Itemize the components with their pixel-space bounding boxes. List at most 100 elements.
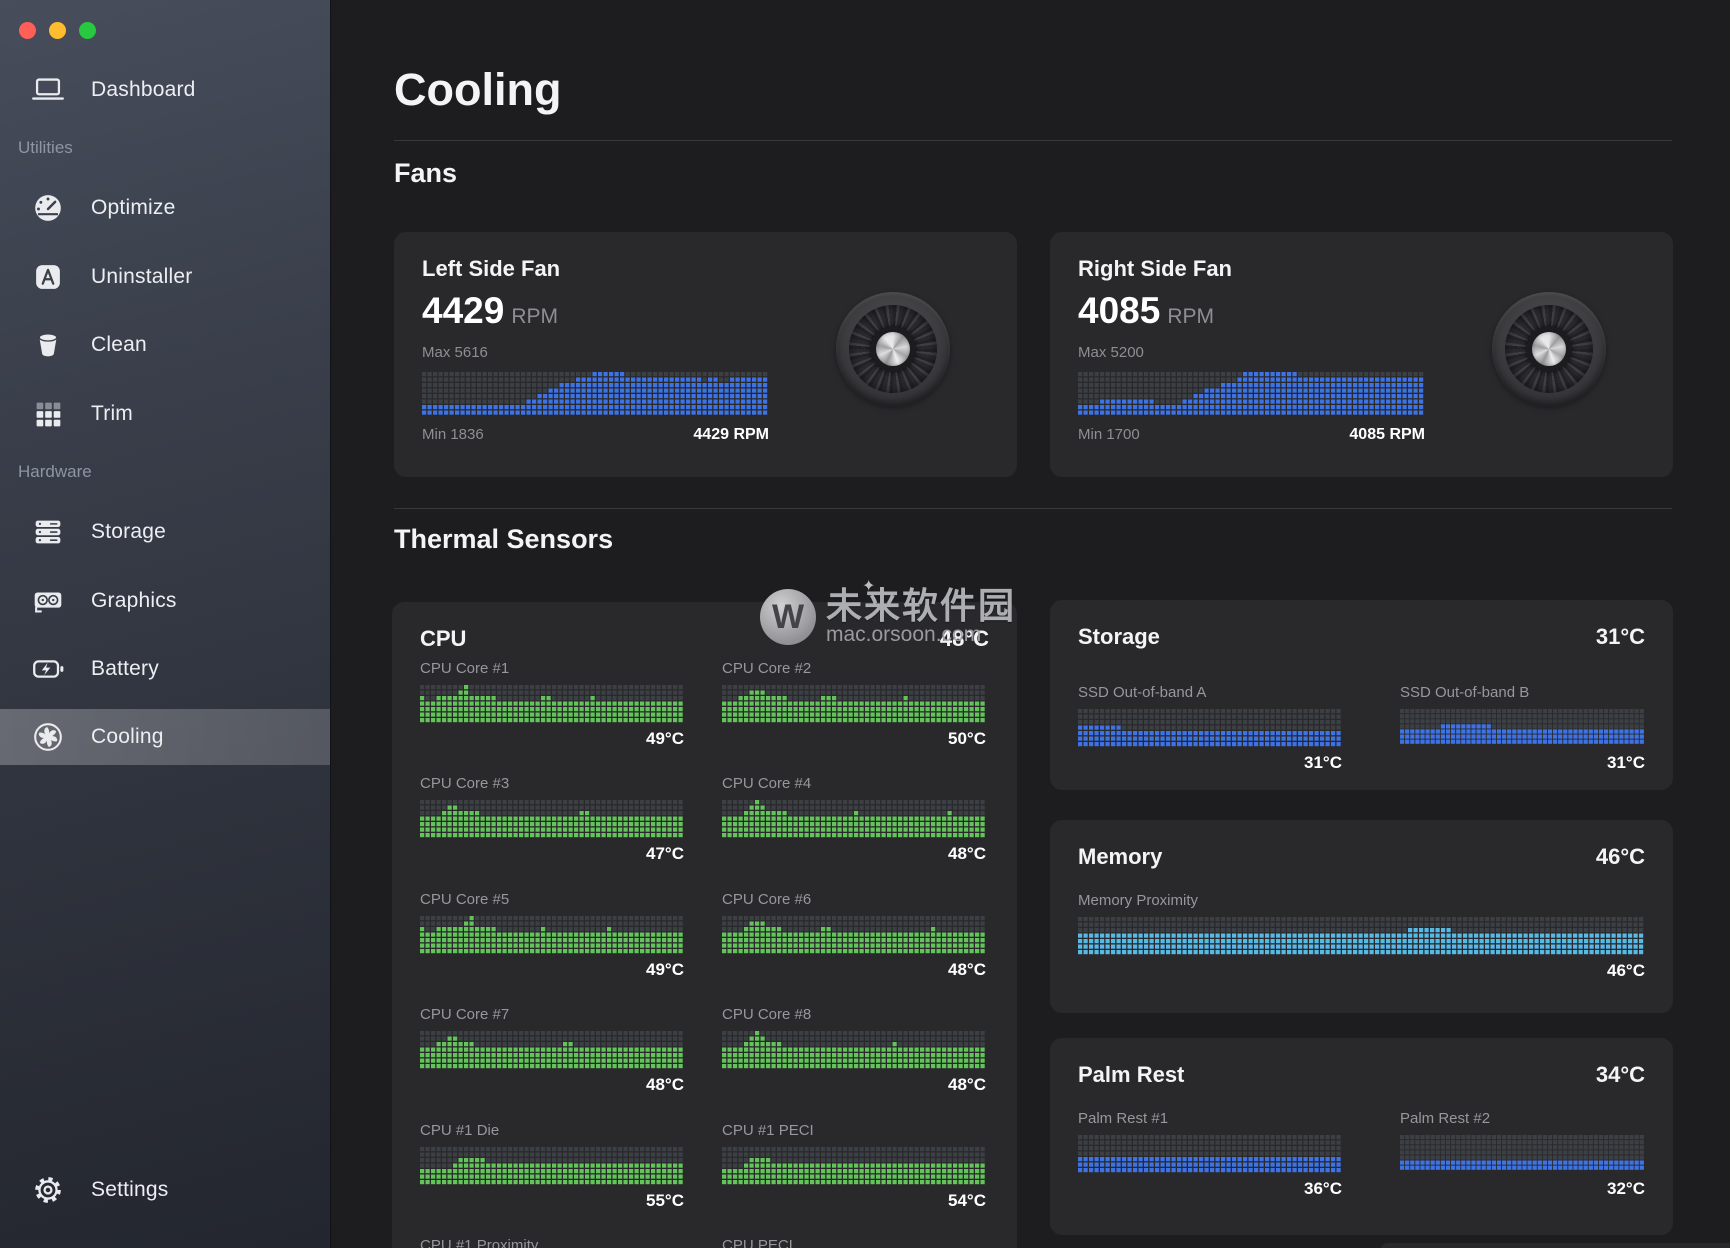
- sidebar-item-dashboard[interactable]: Dashboard: [0, 62, 330, 118]
- sensor-history-chart: [420, 1031, 684, 1070]
- bucket-icon: [26, 325, 70, 365]
- sidebar-item-trim[interactable]: Trim: [0, 386, 330, 442]
- sensor-history-chart: [1078, 1135, 1342, 1174]
- thermal-section-heading: Thermal Sensors: [394, 524, 613, 555]
- zoom-button[interactable]: [79, 22, 96, 39]
- storage-card-temp: 31°C: [1596, 624, 1645, 650]
- sensor-temp: 48°C: [420, 1075, 684, 1095]
- fan-title: Right Side Fan: [1078, 256, 1232, 282]
- palmrest-sensor-card: Palm Rest 34°C Palm Rest #1 36°C Palm Re…: [1050, 1038, 1673, 1235]
- sensor-temp: 55°C: [420, 1191, 684, 1211]
- sidebar-item-battery[interactable]: Battery: [0, 641, 330, 697]
- fan-current-label: 4085 RPM: [1349, 426, 1425, 444]
- fan-min-label: Min 1836: [422, 426, 484, 444]
- sensor-history-chart: [420, 916, 684, 955]
- sensor-history-chart: [722, 800, 986, 839]
- fan-max-label: Max 5200: [1078, 344, 1144, 361]
- sidebar-item-uninstaller[interactable]: Uninstaller: [0, 249, 330, 305]
- close-button[interactable]: [19, 22, 36, 39]
- sensor-history-chart: [722, 1031, 986, 1070]
- fan-history-chart: [422, 372, 769, 416]
- sensor-temp: 49°C: [420, 729, 684, 749]
- sensor-label: CPU Core #8: [722, 1006, 811, 1023]
- fan-hub: [1532, 332, 1566, 366]
- minimize-button[interactable]: [49, 22, 66, 39]
- sensor-label: CPU Core #2: [722, 660, 811, 677]
- sidebar-item-label: Uninstaller: [91, 265, 192, 289]
- sensor-history-chart: [722, 916, 986, 955]
- fan-card-right: Right Side Fan 4085RPM Max 5200 Min 1700…: [1050, 232, 1673, 477]
- sensor-label: CPU Core #3: [420, 775, 509, 792]
- sidebar-item-storage[interactable]: Storage: [0, 504, 330, 560]
- sidebar-item-label: Graphics: [91, 589, 177, 613]
- storage-sensor-card: Storage 31°C SSD Out-of-band A 31°C SSD …: [1050, 600, 1673, 790]
- memory-card-temp: 46°C: [1596, 844, 1645, 870]
- sensor-history-chart: [722, 1147, 986, 1186]
- sensor-label: Memory Proximity: [1078, 892, 1198, 909]
- sensor-label: CPU #1 Proximity: [420, 1237, 538, 1248]
- fan-rpm-unit: RPM: [1167, 305, 1214, 328]
- main-content: Cooling Fans Left Side Fan 4429RPM Max 5…: [330, 0, 1730, 1248]
- sensor-history-chart: [1400, 1135, 1645, 1171]
- memory-card-title: Memory: [1078, 844, 1162, 870]
- sidebar-item-label: Optimize: [91, 196, 175, 220]
- sidebar-item-label: Battery: [91, 657, 159, 681]
- fan-icon: [26, 717, 70, 757]
- fan-title: Left Side Fan: [422, 256, 560, 282]
- sensor-history-chart: [420, 685, 684, 724]
- palmrest-card-temp: 34°C: [1596, 1062, 1645, 1088]
- window-controls: [19, 22, 96, 39]
- sidebar-item-graphics[interactable]: Graphics: [0, 573, 330, 629]
- fans-section-heading: Fans: [394, 158, 457, 189]
- sidebar-item-cooling[interactable]: Cooling: [0, 709, 330, 765]
- sensor-history-chart: [722, 685, 986, 724]
- sensor-label: SSD Out-of-band A: [1078, 684, 1206, 701]
- fan-card-left: Left Side Fan 4429RPM Max 5616 Min 1836 …: [394, 232, 1017, 477]
- fan-rpm-value: 4429 RPM: [422, 290, 558, 332]
- sidebar: Dashboard Utilities Optimize Uninstaller Cle…: [0, 0, 331, 1248]
- sidebar-item-label: Dashboard: [91, 78, 196, 102]
- sensor-temp: 50°C: [722, 729, 986, 749]
- gear-icon: [26, 1170, 70, 1210]
- gpu-icon: [26, 581, 70, 621]
- sensor-label: Palm Rest #1: [1078, 1110, 1168, 1127]
- cpu-card-temp: 48°C: [940, 626, 989, 652]
- palmrest-card-title: Palm Rest: [1078, 1062, 1184, 1088]
- cpu-card-title: CPU: [420, 626, 466, 652]
- sensor-temp: 31°C: [1400, 753, 1645, 773]
- sensor-temp: 31°C: [1078, 753, 1342, 773]
- sensor-label: Palm Rest #2: [1400, 1110, 1490, 1127]
- sensor-label: CPU Core #5: [420, 891, 509, 908]
- laptop-icon: [26, 70, 70, 110]
- sensor-temp: 49°C: [420, 960, 684, 980]
- fan-history-chart: [1078, 372, 1425, 416]
- sidebar-item-label: Trim: [91, 402, 133, 426]
- sensor-temp: 48°C: [722, 960, 986, 980]
- divider: [394, 508, 1672, 509]
- sensor-temp: 48°C: [722, 1075, 986, 1095]
- divider: [394, 140, 1672, 141]
- cpu-sensor-card: CPU 48°C CPU Core #1 49°C CPU Core #2 50…: [392, 602, 1017, 1248]
- sidebar-item-settings[interactable]: Settings: [0, 1162, 330, 1218]
- fan-max-label: Max 5616: [422, 344, 488, 361]
- sidebar-item-label: Cooling: [91, 725, 164, 749]
- sensor-history-chart: [1400, 709, 1645, 745]
- sidebar-item-clean[interactable]: Clean: [0, 317, 330, 373]
- sensor-label: SSD Out-of-band B: [1400, 684, 1529, 701]
- app-window: Dashboard Utilities Optimize Uninstaller Cle…: [0, 0, 1730, 1248]
- fan-photo: [836, 292, 950, 406]
- sensor-label: CPU Core #4: [722, 775, 811, 792]
- sensor-temp: 47°C: [420, 844, 684, 864]
- fan-rpm-number: 4429: [422, 290, 504, 331]
- sensor-label: CPU #1 PECI: [722, 1122, 814, 1139]
- sensor-label: CPU Core #6: [722, 891, 811, 908]
- sensor-label: CPU PECI: [722, 1237, 793, 1248]
- sidebar-item-label: Storage: [91, 520, 166, 544]
- server-icon: [26, 512, 70, 552]
- sidebar-section-utilities: Utilities: [18, 138, 73, 158]
- sensor-label: CPU Core #1: [420, 660, 509, 677]
- sidebar-item-optimize[interactable]: Optimize: [0, 180, 330, 236]
- sidebar-item-label: Settings: [91, 1178, 168, 1202]
- fan-current-label: 4429 RPM: [693, 426, 769, 444]
- fan-rpm-unit: RPM: [511, 305, 558, 328]
